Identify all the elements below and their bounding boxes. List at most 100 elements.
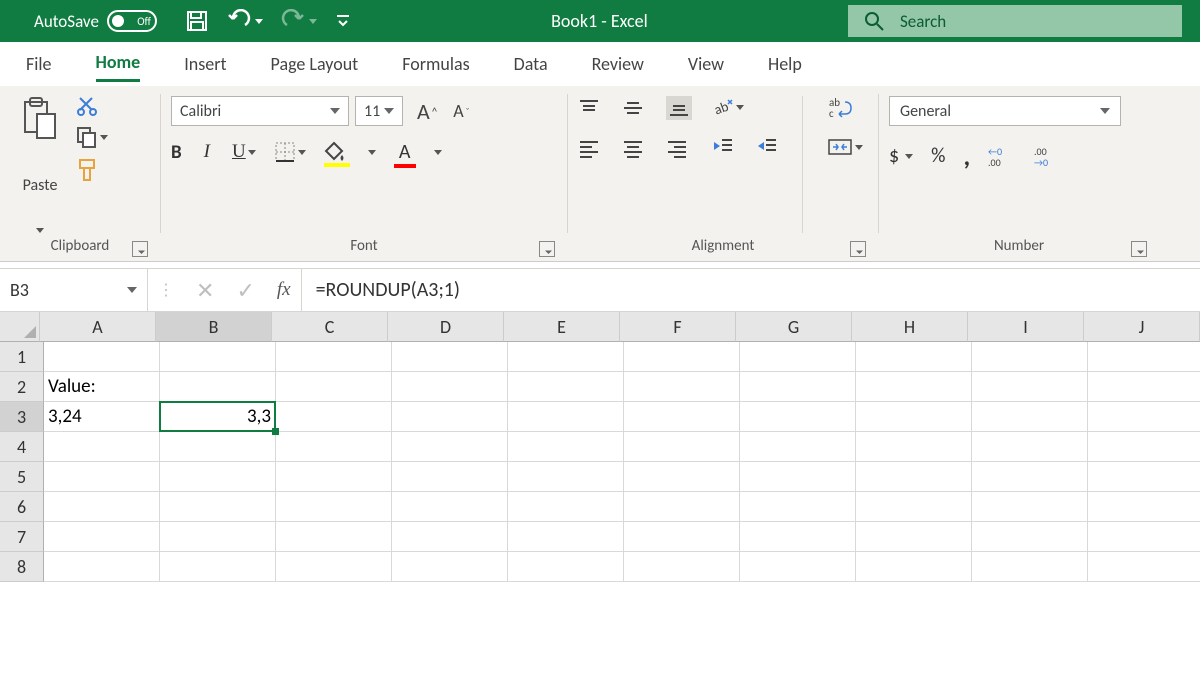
cell-F4[interactable] [624, 432, 740, 462]
decrease-font-button[interactable]: Aˇ [453, 100, 469, 122]
align-middle-button[interactable] [622, 98, 644, 118]
cell-J3[interactable] [1088, 402, 1200, 432]
cell-A4[interactable] [44, 432, 160, 462]
column-header-B[interactable]: B [156, 312, 272, 342]
redo-button[interactable] [281, 9, 317, 33]
accounting-format-button[interactable]: $ [889, 144, 913, 168]
cell-D8[interactable] [392, 552, 508, 582]
cell-D6[interactable] [392, 492, 508, 522]
cell-I3[interactable] [972, 402, 1088, 432]
cell-E3[interactable] [508, 402, 624, 432]
cell-H5[interactable] [856, 462, 972, 492]
cell-G3[interactable] [740, 402, 856, 432]
cell-J8[interactable] [1088, 552, 1200, 582]
autosave-toggle[interactable]: Off [107, 10, 157, 32]
align-right-button[interactable] [666, 138, 688, 158]
save-button[interactable] [185, 9, 209, 33]
percent-format-button[interactable]: % [931, 144, 945, 168]
tab-help[interactable]: Help [768, 49, 802, 79]
format-painter-button[interactable] [76, 158, 108, 182]
cell-I4[interactable] [972, 432, 1088, 462]
row-header-1[interactable]: 1 [0, 342, 44, 372]
borders-button[interactable] [274, 141, 306, 163]
tab-home[interactable]: Home [96, 47, 141, 82]
cell-I5[interactable] [972, 462, 1088, 492]
tab-insert[interactable]: Insert [184, 49, 226, 79]
formula-input[interactable]: =ROUNDUP(A3;1) [302, 269, 1200, 311]
cell-I1[interactable] [972, 342, 1088, 372]
row-header-6[interactable]: 6 [0, 492, 44, 522]
cell-E4[interactable] [508, 432, 624, 462]
merge-center-button[interactable] [827, 136, 863, 158]
tab-view[interactable]: View [688, 49, 724, 79]
cell-C3[interactable] [276, 402, 392, 432]
cell-F7[interactable] [624, 522, 740, 552]
tab-review[interactable]: Review [592, 49, 644, 79]
wrap-text-button[interactable]: abc [827, 96, 853, 118]
enter-formula-button[interactable]: ✓ [236, 277, 254, 304]
cell-D7[interactable] [392, 522, 508, 552]
fill-handle[interactable] [272, 428, 279, 435]
column-header-J[interactable]: J [1084, 312, 1200, 342]
cell-F2[interactable] [624, 372, 740, 402]
align-center-button[interactable] [622, 138, 644, 158]
select-all-corner[interactable] [0, 312, 40, 342]
font-size-combo[interactable]: 11 [355, 96, 403, 126]
cell-C8[interactable] [276, 552, 392, 582]
row-header-7[interactable]: 7 [0, 522, 44, 552]
cell-H3[interactable] [856, 402, 972, 432]
cell-B6[interactable] [160, 492, 276, 522]
cell-G1[interactable] [740, 342, 856, 372]
cell-J7[interactable] [1088, 522, 1200, 552]
cell-F1[interactable] [624, 342, 740, 372]
increase-indent-button[interactable] [756, 136, 778, 156]
column-header-G[interactable]: G [736, 312, 852, 342]
cell-H4[interactable] [856, 432, 972, 462]
column-header-H[interactable]: H [852, 312, 968, 342]
cell-G6[interactable] [740, 492, 856, 522]
cell-C1[interactable] [276, 342, 392, 372]
cell-G8[interactable] [740, 552, 856, 582]
cell-A2[interactable]: Value: [44, 372, 160, 402]
cell-B5[interactable] [160, 462, 276, 492]
font-name-combo[interactable]: Calibri [171, 96, 349, 126]
cell-B3[interactable]: 3,3 [160, 402, 276, 432]
cell-F6[interactable] [624, 492, 740, 522]
cell-G2[interactable] [740, 372, 856, 402]
cell-E5[interactable] [508, 462, 624, 492]
cell-E7[interactable] [508, 522, 624, 552]
cell-E1[interactable] [508, 342, 624, 372]
cut-button[interactable] [76, 94, 108, 116]
cell-D5[interactable] [392, 462, 508, 492]
alignment-launcher[interactable] [850, 241, 866, 257]
cell-B8[interactable] [160, 552, 276, 582]
cell-E6[interactable] [508, 492, 624, 522]
cell-I6[interactable] [972, 492, 1088, 522]
orientation-button[interactable]: ab [712, 96, 744, 118]
undo-button[interactable] [227, 9, 263, 33]
tab-file[interactable]: File [26, 49, 52, 79]
cell-J5[interactable] [1088, 462, 1200, 492]
cell-F5[interactable] [624, 462, 740, 492]
cell-H2[interactable] [856, 372, 972, 402]
paste-button[interactable]: Paste [10, 92, 70, 233]
cell-A5[interactable] [44, 462, 160, 492]
font-color-button[interactable]: A [394, 140, 416, 164]
name-box[interactable]: B3 [0, 269, 148, 311]
cell-D1[interactable] [392, 342, 508, 372]
cell-F8[interactable] [624, 552, 740, 582]
row-header-2[interactable]: 2 [0, 372, 44, 402]
cell-D2[interactable] [392, 372, 508, 402]
cancel-formula-button[interactable]: ✕ [196, 277, 214, 304]
cell-A8[interactable] [44, 552, 160, 582]
align-top-button[interactable] [578, 98, 600, 118]
row-header-3[interactable]: 3 [0, 402, 44, 432]
autosave-control[interactable]: AutoSave Off [34, 10, 157, 32]
cell-I2[interactable] [972, 372, 1088, 402]
cell-D4[interactable] [392, 432, 508, 462]
cell-J6[interactable] [1088, 492, 1200, 522]
cell-C2[interactable] [276, 372, 392, 402]
qat-customize-button[interactable] [335, 11, 351, 31]
number-format-combo[interactable]: General [889, 96, 1121, 126]
column-header-D[interactable]: D [388, 312, 504, 342]
